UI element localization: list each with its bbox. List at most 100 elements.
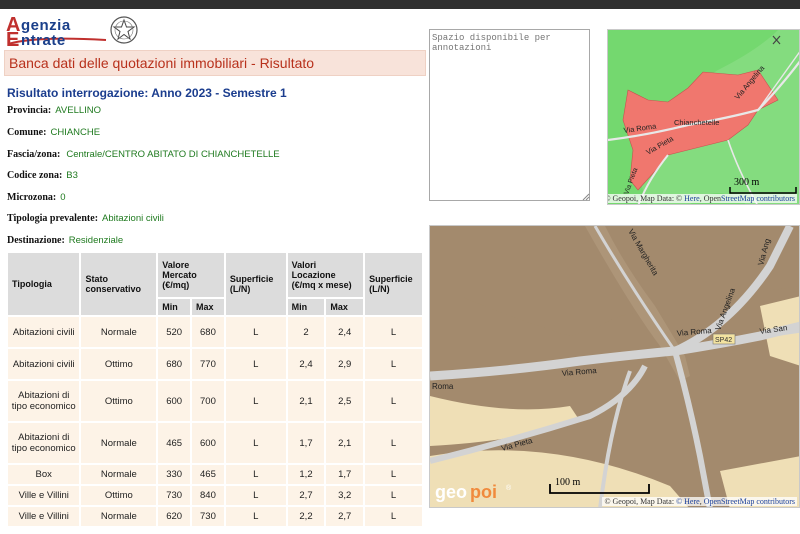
sp42-badge: SP42 <box>712 333 736 345</box>
cell-vl-max: 2,4 <box>326 317 364 347</box>
header-vm-min: Min <box>158 299 191 315</box>
cell-tipologia: Abitazioni civili <box>8 349 80 379</box>
here-link[interactable]: Here <box>684 194 700 203</box>
field-tipologia-prevalente: Tipologia prevalente: Abitazioni civili <box>7 213 164 224</box>
header-valore-mercato: Valore Mercato (€/mq) <box>158 253 224 297</box>
cell-sup1: L <box>225 465 286 484</box>
logo-text-ntrate: ntrate <box>21 32 66 49</box>
quotazioni-table: Tipologia Stato conservativo Valore Merc… <box>6 251 424 528</box>
cell-sup2: L <box>365 507 422 526</box>
map-small-label-place: Chianchetelle <box>674 118 719 127</box>
cell-vl-min: 2,4 <box>287 349 325 379</box>
cell-vl-max: 3,2 <box>326 486 364 505</box>
cell-sup1: L <box>225 486 286 505</box>
cell-stato: Normale <box>81 317 157 347</box>
map-small-scale-label: 300 m <box>734 177 760 188</box>
cell-sup1: L <box>225 349 286 379</box>
header-superficie-1: Superficie (L/N) <box>225 253 286 315</box>
osm-link[interactable]: StreetMap contributors <box>721 194 795 203</box>
cell-vl-max: 2,9 <box>326 349 364 379</box>
cell-sup1: L <box>225 507 286 526</box>
resize-grip-icon[interactable] <box>582 193 590 201</box>
cell-vm-min: 330 <box>158 465 191 484</box>
cell-vl-min: 2,1 <box>287 381 325 421</box>
annotations-textarea[interactable] <box>429 29 590 201</box>
geopoi-logo-mark: ® <box>506 484 512 492</box>
field-value: Abitazioni civili <box>102 213 164 224</box>
header-stato: Stato conservativo <box>81 253 157 315</box>
map-large-attribution: © Geopoi, Map Data: © Here, OpenStreetMa… <box>602 497 797 506</box>
map-large-scale-label: 100 m <box>555 477 581 488</box>
cell-vl-max: 2,1 <box>326 423 364 463</box>
cell-stato: Normale <box>81 423 157 463</box>
map-detail-canvas[interactable]: Via Margherita Via Angelina Via Roma Via… <box>430 226 800 508</box>
map-label-via-roma-left: Roma <box>432 382 454 391</box>
header-valori-locazione: Valori Locazione (€/mq x mese) <box>287 253 364 297</box>
republic-emblem-icon <box>110 16 138 44</box>
cell-sup1: L <box>225 317 286 347</box>
banner-title: Banca dati delle quotazioni immobiliari … <box>9 55 315 71</box>
table-row: Abitazioni di tipo economico Normale 465 60… <box>8 423 422 463</box>
geopoi-logo-poi: poi <box>470 482 497 502</box>
cell-vm-min: 600 <box>158 381 191 421</box>
cell-vl-min: 2 <box>287 317 325 347</box>
map-detail[interactable]: Via Margherita Via Angelina Via Roma Via… <box>429 225 800 508</box>
cell-vl-max: 2,7 <box>326 507 364 526</box>
header-vl-min: Min <box>287 299 325 315</box>
cell-vl-min: 2,2 <box>287 507 325 526</box>
cell-tipologia: Abitazioni civili <box>8 317 80 347</box>
cell-stato: Ottimo <box>81 349 157 379</box>
field-value: Centrale/CENTRO ABITATO DI CHIANCHETELLE <box>66 149 280 160</box>
map-overview[interactable]: Via Roma Chianchetelle Via Pieta Via Ang… <box>607 29 800 205</box>
field-label: Destinazione: <box>7 235 65 246</box>
field-provincia: Provincia: AVELLINO <box>7 105 101 116</box>
cell-vl-min: 1,7 <box>287 423 325 463</box>
cell-stato: Normale <box>81 465 157 484</box>
header-vm-max: Max <box>192 299 224 315</box>
cell-vm-max: 770 <box>192 349 224 379</box>
here-link[interactable]: © Here <box>676 497 700 506</box>
field-microzona: Microzona: 0 <box>7 192 66 203</box>
table-row: Abitazioni di tipo economico Ottimo 600 700… <box>8 381 422 421</box>
field-fascia-zona: Fascia/zona: Centrale/CENTRO ABITATO DI C… <box>7 149 280 160</box>
attribution-text: © Geopoi, Map Data: © <box>607 194 685 203</box>
cell-sup2: L <box>365 381 422 421</box>
cell-vl-max: 1,7 <box>326 465 364 484</box>
osm-link[interactable]: OpenStreetMap contributors <box>704 497 795 506</box>
cell-tipologia: Ville e Villini <box>8 507 80 526</box>
field-destinazione: Destinazione: Residenziale <box>7 235 123 246</box>
header-superficie-2: Superficie (L/N) <box>365 253 422 315</box>
cell-vm-max: 680 <box>192 317 224 347</box>
table-row: Ville e Villini Normale 620 730 L 2,2 2,7 L <box>8 507 422 526</box>
cell-tipologia: Box <box>8 465 80 484</box>
cell-vm-min: 680 <box>158 349 191 379</box>
field-label: Tipologia prevalente: <box>7 213 99 224</box>
top-bar <box>0 0 800 9</box>
cell-vm-max: 600 <box>192 423 224 463</box>
cell-sup2: L <box>365 317 422 347</box>
cell-vm-min: 520 <box>158 317 191 347</box>
logo-initial-e: E <box>6 29 20 51</box>
sp42-badge-label: SP42 <box>715 337 732 344</box>
cell-vm-max: 465 <box>192 465 224 484</box>
cell-vm-max: 840 <box>192 486 224 505</box>
cell-vm-max: 730 <box>192 507 224 526</box>
map-small-attribution: © Geopoi, Map Data: © Here, OpenStreetMa… <box>607 194 797 203</box>
cell-vl-min: 2,7 <box>287 486 325 505</box>
field-comune: Comune: CHIANCHE <box>7 127 100 138</box>
field-label: Codice zona: <box>7 170 63 181</box>
field-value: 0 <box>60 192 66 203</box>
cell-vm-min: 620 <box>158 507 191 526</box>
cell-vm-max: 700 <box>192 381 224 421</box>
attribution-text: , Open <box>699 194 722 203</box>
cell-tipologia: Abitazioni di tipo economico <box>8 381 80 421</box>
cell-tipologia: Ville e Villini <box>8 486 80 505</box>
field-label: Provincia: <box>7 105 52 116</box>
attribution-text: © Geopoi, Map Data: <box>604 497 677 506</box>
field-value: Residenziale <box>68 235 124 246</box>
table-row: Abitazioni civili Ottimo 680 770 L 2,4 2,9 L <box>8 349 422 379</box>
header-vl-max: Max <box>326 299 364 315</box>
map-overview-canvas[interactable]: Via Roma Chianchetelle Via Pieta Via Ang… <box>608 30 800 205</box>
field-value: B3 <box>66 170 78 181</box>
cell-tipologia: Abitazioni di tipo economico <box>8 423 80 463</box>
